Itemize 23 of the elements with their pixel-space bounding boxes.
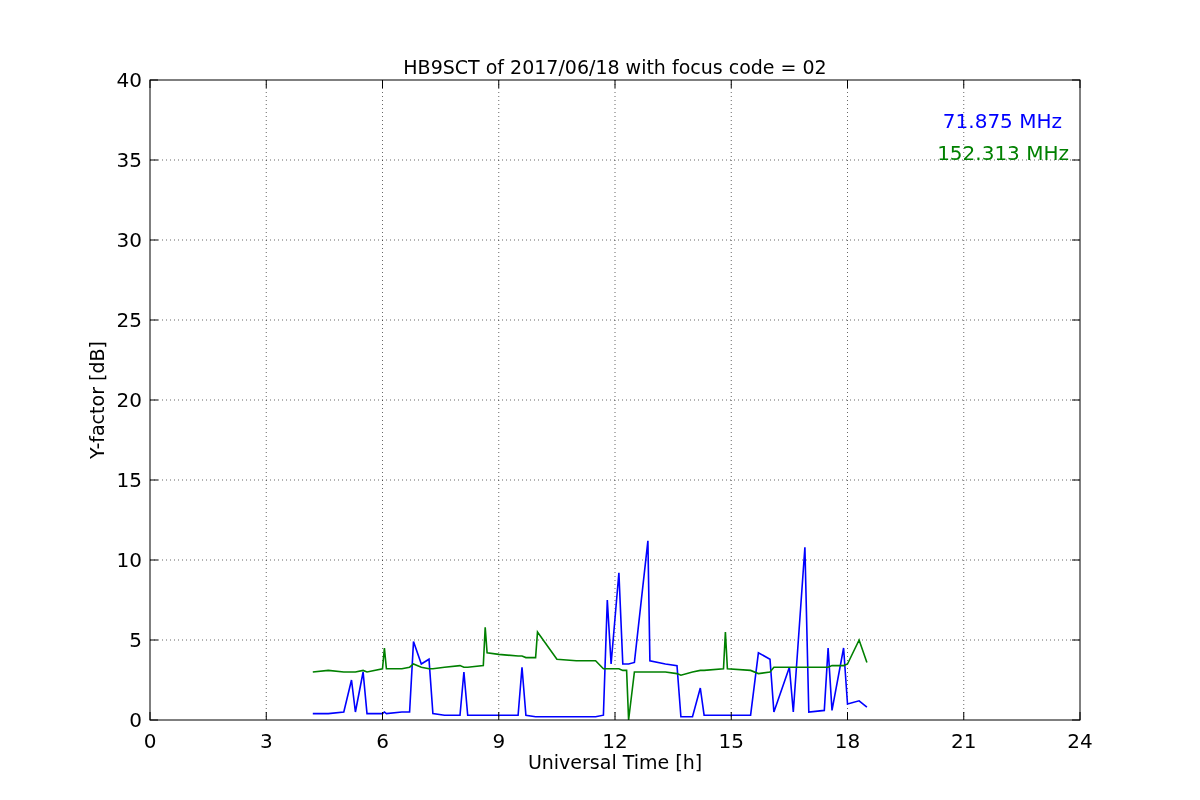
tick-label: 21 [951,729,977,753]
axis-label: Y-factor [dB] [86,341,108,459]
tick-label: 10 [116,548,142,572]
tick-label: 40 [116,68,142,92]
legend-label: 71.875 MHz [942,109,1062,133]
tick-label: 15 [116,468,142,492]
tick-label: 0 [129,708,142,732]
tick-label: 35 [116,148,142,172]
tick-label: 6 [376,729,389,753]
tick-label: 12 [602,729,628,753]
chart-title: HB9SCT of 2017/06/18 with focus code = 02 [403,56,827,78]
tick-label: 18 [834,729,861,753]
axis-label: Universal Time [h] [527,751,703,773]
tick-label: 20 [116,388,142,412]
tick-label: 15 [718,729,744,753]
tick-label: 5 [129,628,142,652]
tick-label: 24 [1067,729,1093,753]
tick-label: 9 [492,729,506,753]
tick-label: 3 [259,729,273,753]
legend-label: 152.313 MHz [937,141,1069,165]
tick-label: 25 [116,308,142,332]
tick-label: 30 [116,228,142,252]
tick-label: 0 [143,729,157,753]
